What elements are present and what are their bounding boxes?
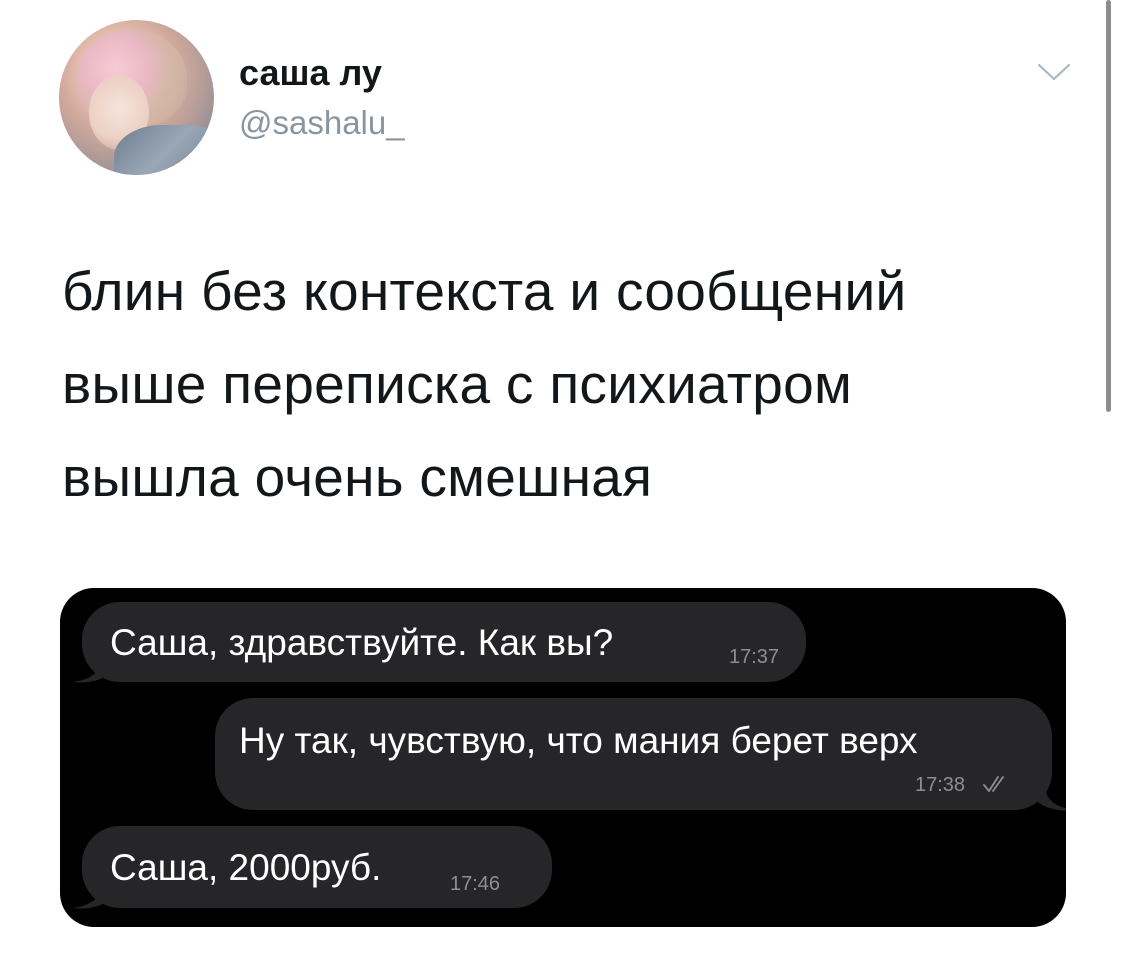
- avatar-shirt-shape: [114, 125, 214, 175]
- chevron-down-icon[interactable]: [1036, 60, 1072, 84]
- scrollbar[interactable]: [1106, 0, 1111, 412]
- message-text: Ну так, чувствую, что мания берет верх: [239, 720, 918, 761]
- chat-message-outgoing: Ну так, чувствую, что мания берет верх 1…: [215, 698, 1052, 810]
- tweet-image-chat-screenshot[interactable]: Саша, здравствуйте. Как вы? 17:37 Ну так…: [60, 588, 1066, 927]
- tweet-text: блин без контекста и сообщений выше пере…: [62, 245, 1062, 524]
- message-text: Саша, здравствуйте. Как вы?: [110, 622, 614, 663]
- tweet-text-line: вышла очень смешная: [62, 446, 653, 508]
- chat-message-incoming: Саша, здравствуйте. Как вы? 17:37: [82, 602, 806, 682]
- message-timestamp: 17:37: [729, 646, 780, 668]
- author-avatar[interactable]: [59, 20, 214, 175]
- message-timestamp: 17:38: [915, 774, 966, 796]
- tweet-text-line: блин без контекста и сообщений: [62, 260, 907, 322]
- message-text: Саша, 2000руб.: [110, 847, 382, 888]
- double-check-icon: [983, 776, 1004, 792]
- chat-message-incoming: Саша, 2000руб. 17:46: [82, 826, 552, 908]
- author-name[interactable]: саша лу: [239, 52, 382, 94]
- message-timestamp: 17:46: [450, 873, 501, 895]
- author-handle[interactable]: @sashalu_: [239, 104, 405, 142]
- tweet-text-line: выше переписка с психиатром: [62, 353, 853, 415]
